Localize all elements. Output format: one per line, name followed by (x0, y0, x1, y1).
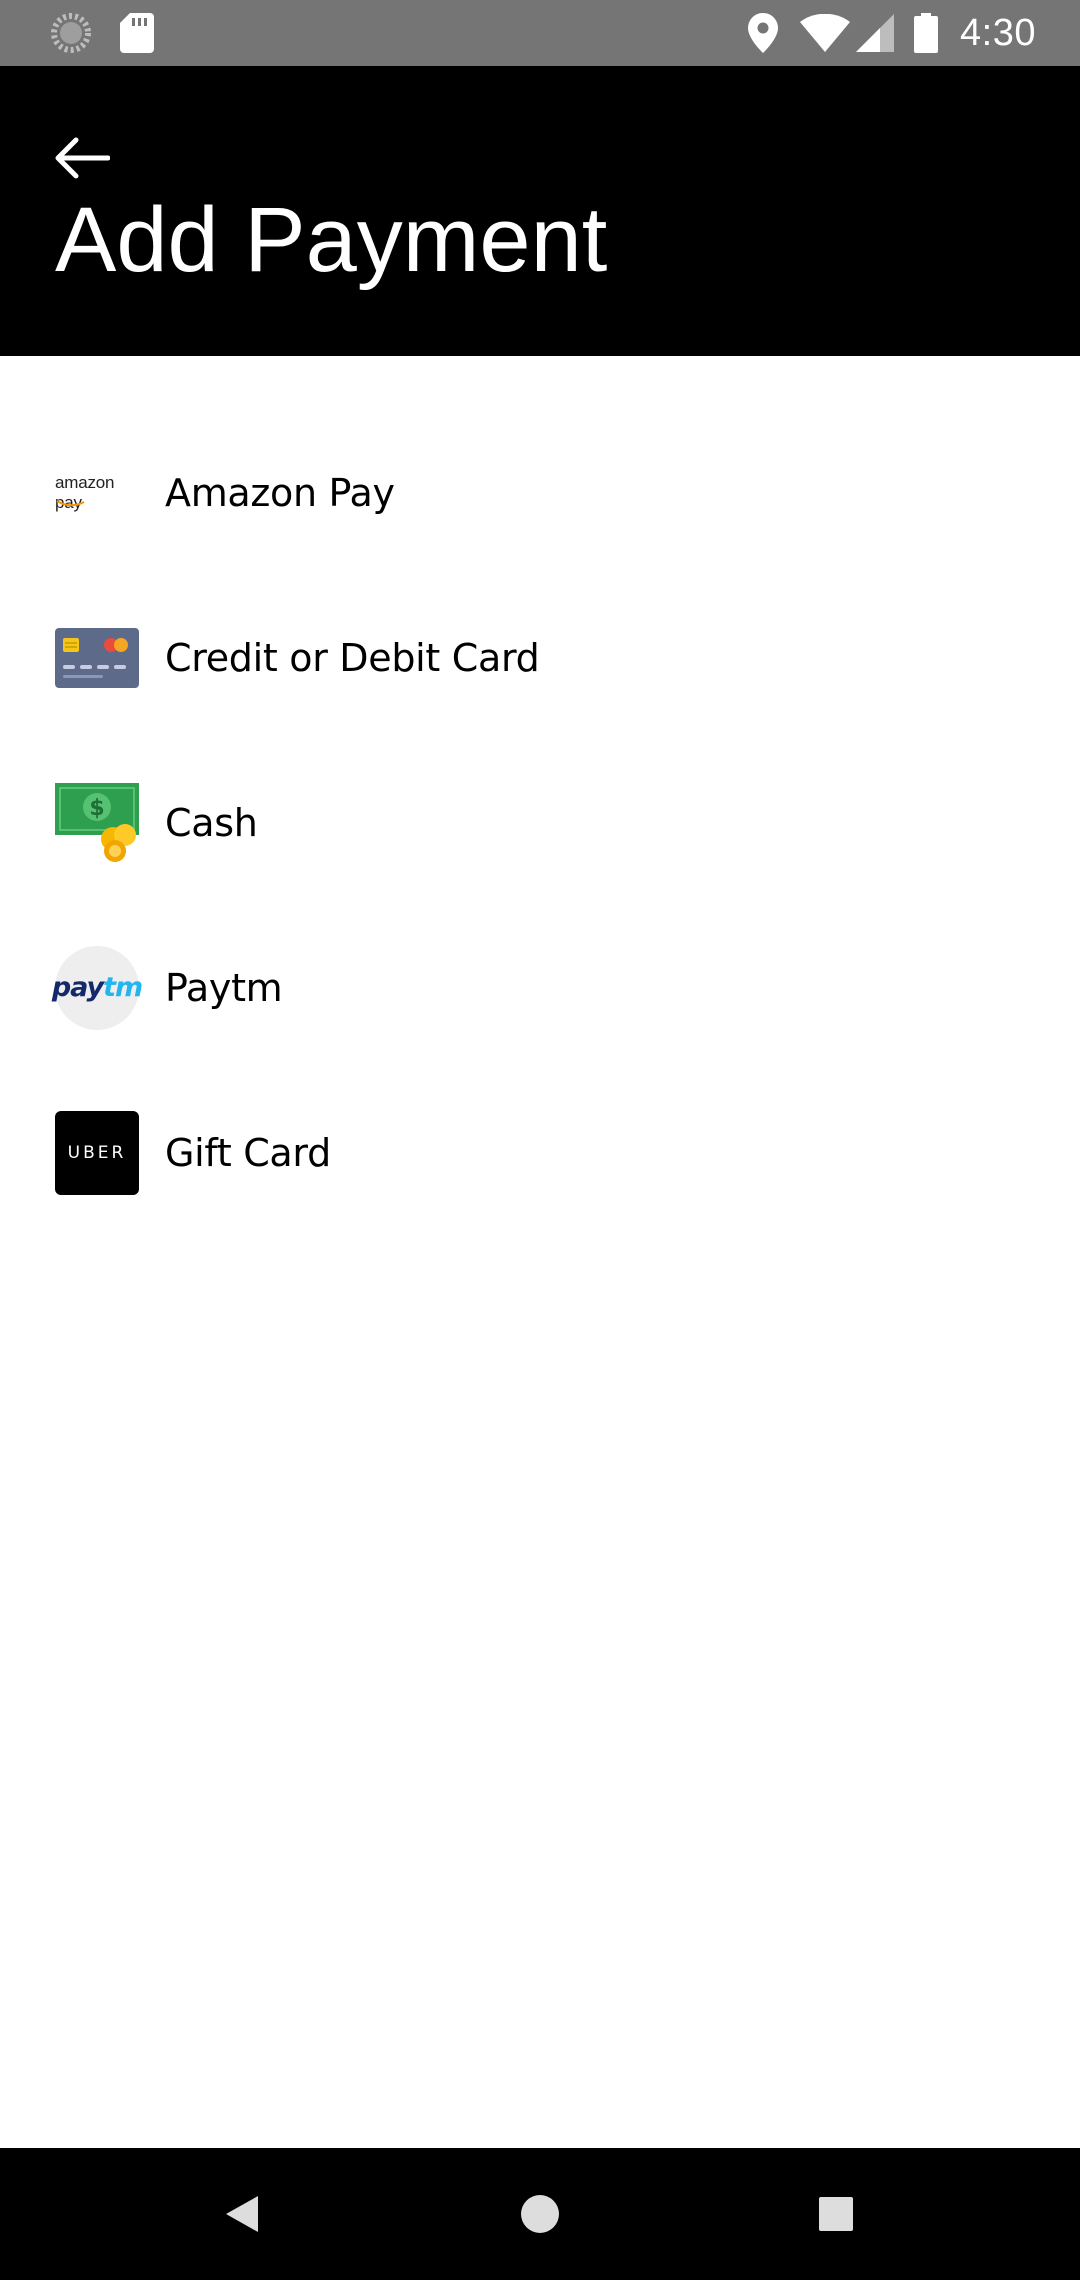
app-bar: Add Payment (0, 66, 1080, 356)
nav-back-icon (224, 2194, 260, 2234)
status-bar: 4:30 (0, 0, 1080, 66)
wifi-icon (800, 14, 851, 52)
nav-home-button[interactable] (510, 2184, 570, 2244)
nav-back-button[interactable] (212, 2184, 272, 2244)
loading-icon (50, 12, 92, 54)
payment-label: Cash (165, 800, 258, 845)
amazon-pay-logo: amazon pay (55, 472, 115, 512)
nav-home-icon (520, 2194, 560, 2234)
cash-icon: $ (55, 781, 139, 865)
nav-recents-button[interactable] (806, 2184, 866, 2244)
payment-label: Amazon Pay (165, 470, 395, 515)
payment-label: Gift Card (165, 1130, 331, 1175)
payment-item-amazon-pay[interactable]: amazon pay Amazon Pay (0, 410, 1080, 575)
page-title: Add Payment (55, 189, 608, 291)
back-button[interactable] (44, 120, 120, 196)
status-time: 4:30 (960, 11, 1036, 54)
payment-item-cash[interactable]: $ Cash (0, 740, 1080, 905)
payment-item-paytm[interactable]: pay tm Paytm (0, 905, 1080, 1070)
payment-label: Credit or Debit Card (165, 635, 540, 680)
location-icon (748, 13, 779, 53)
svg-text:$: $ (89, 796, 104, 821)
navigation-bar (0, 2148, 1080, 2280)
amazon-smile-icon (56, 499, 85, 506)
signal-icon (856, 14, 895, 52)
nav-recents-icon (818, 2196, 854, 2232)
payment-item-credit-card[interactable]: Credit or Debit Card (0, 575, 1080, 740)
arrow-left-icon (54, 137, 110, 179)
sd-card-icon (120, 13, 154, 53)
uber-gift-card-logo: UBER (55, 1110, 139, 1195)
battery-icon (914, 13, 939, 53)
payment-item-gift-card[interactable]: UBER Gift Card (0, 1070, 1080, 1235)
payment-label: Paytm (165, 965, 283, 1010)
credit-card-icon (55, 616, 139, 700)
paytm-logo: pay tm (52, 945, 143, 1030)
payment-method-list: amazon pay Amazon Pay Credit or Debit Ca… (0, 410, 1080, 1235)
